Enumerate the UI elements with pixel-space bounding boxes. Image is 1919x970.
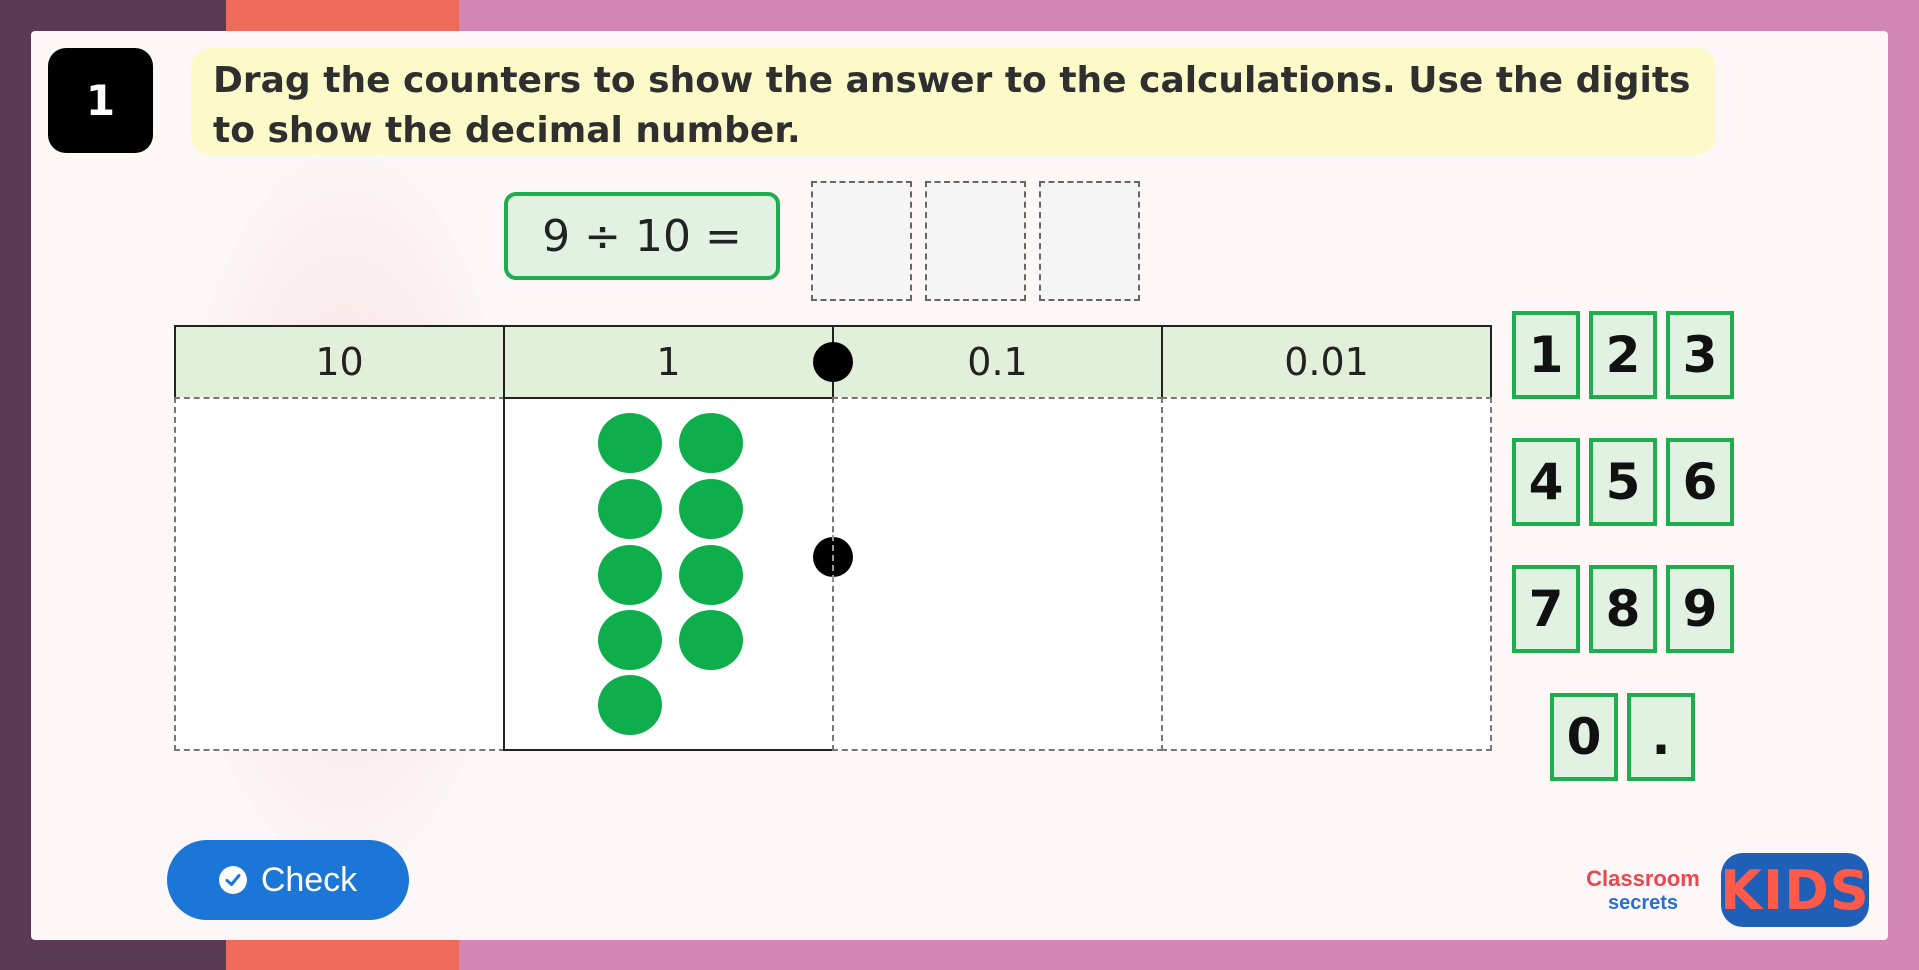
column-header-tenths: 0.1 bbox=[832, 325, 1163, 399]
digit-card-4[interactable]: 4 bbox=[1512, 438, 1580, 526]
digit-card-3[interactable]: 3 bbox=[1666, 311, 1734, 399]
digit-card-2[interactable]: 2 bbox=[1589, 311, 1657, 399]
counter[interactable] bbox=[598, 545, 662, 605]
question-number: 1 bbox=[48, 48, 153, 153]
column-header-tens: 10 bbox=[174, 325, 505, 399]
digit-card-7[interactable]: 7 bbox=[1512, 565, 1580, 653]
counter[interactable] bbox=[598, 413, 662, 473]
answer-slot-1[interactable] bbox=[811, 181, 912, 301]
digit-card-0[interactable]: 0 bbox=[1550, 693, 1618, 781]
drop-zone-tenths[interactable] bbox=[832, 397, 1163, 751]
check-button-label: Check bbox=[260, 860, 358, 899]
answer-slot-3[interactable] bbox=[1039, 181, 1140, 301]
counter[interactable] bbox=[679, 413, 743, 473]
instruction-text: Drag the counters to show the answer to … bbox=[191, 48, 1716, 155]
check-button[interactable]: Check bbox=[167, 840, 409, 920]
counter[interactable] bbox=[598, 610, 662, 670]
drop-zone-hundredths[interactable] bbox=[1161, 397, 1492, 751]
counter[interactable] bbox=[679, 479, 743, 539]
classroom-secrets-logo: Classroom secrets bbox=[1578, 866, 1708, 914]
digit-card-6[interactable]: 6 bbox=[1666, 438, 1734, 526]
logo-line1: Classroom bbox=[1586, 866, 1700, 891]
counter[interactable] bbox=[598, 675, 662, 735]
digit-card-decimal-point[interactable]: . bbox=[1627, 693, 1695, 781]
column-header-hundredths: 0.01 bbox=[1161, 325, 1492, 399]
calculation-box: 9 ÷ 10 = bbox=[504, 192, 780, 280]
column-header-ones: 1 bbox=[503, 325, 834, 399]
digit-card-9[interactable]: 9 bbox=[1666, 565, 1734, 653]
digit-card-8[interactable]: 8 bbox=[1589, 565, 1657, 653]
counter[interactable] bbox=[679, 545, 743, 605]
kids-logo: KIDS bbox=[1720, 853, 1869, 927]
counter[interactable] bbox=[679, 610, 743, 670]
check-circle-icon bbox=[218, 866, 247, 894]
answer-slot-2[interactable] bbox=[925, 181, 1026, 301]
decimal-point-marker-top bbox=[813, 342, 853, 382]
decimal-point-divider bbox=[832, 535, 834, 581]
activity-panel: 1 Drag the counters to show the answer t… bbox=[31, 31, 1888, 940]
drop-zone-ones[interactable] bbox=[503, 397, 834, 751]
logo-line2: secrets bbox=[1607, 892, 1679, 914]
counter[interactable] bbox=[598, 479, 662, 539]
drop-zone-tens[interactable] bbox=[174, 397, 505, 751]
digit-card-5[interactable]: 5 bbox=[1589, 438, 1657, 526]
digit-card-1[interactable]: 1 bbox=[1512, 311, 1580, 399]
